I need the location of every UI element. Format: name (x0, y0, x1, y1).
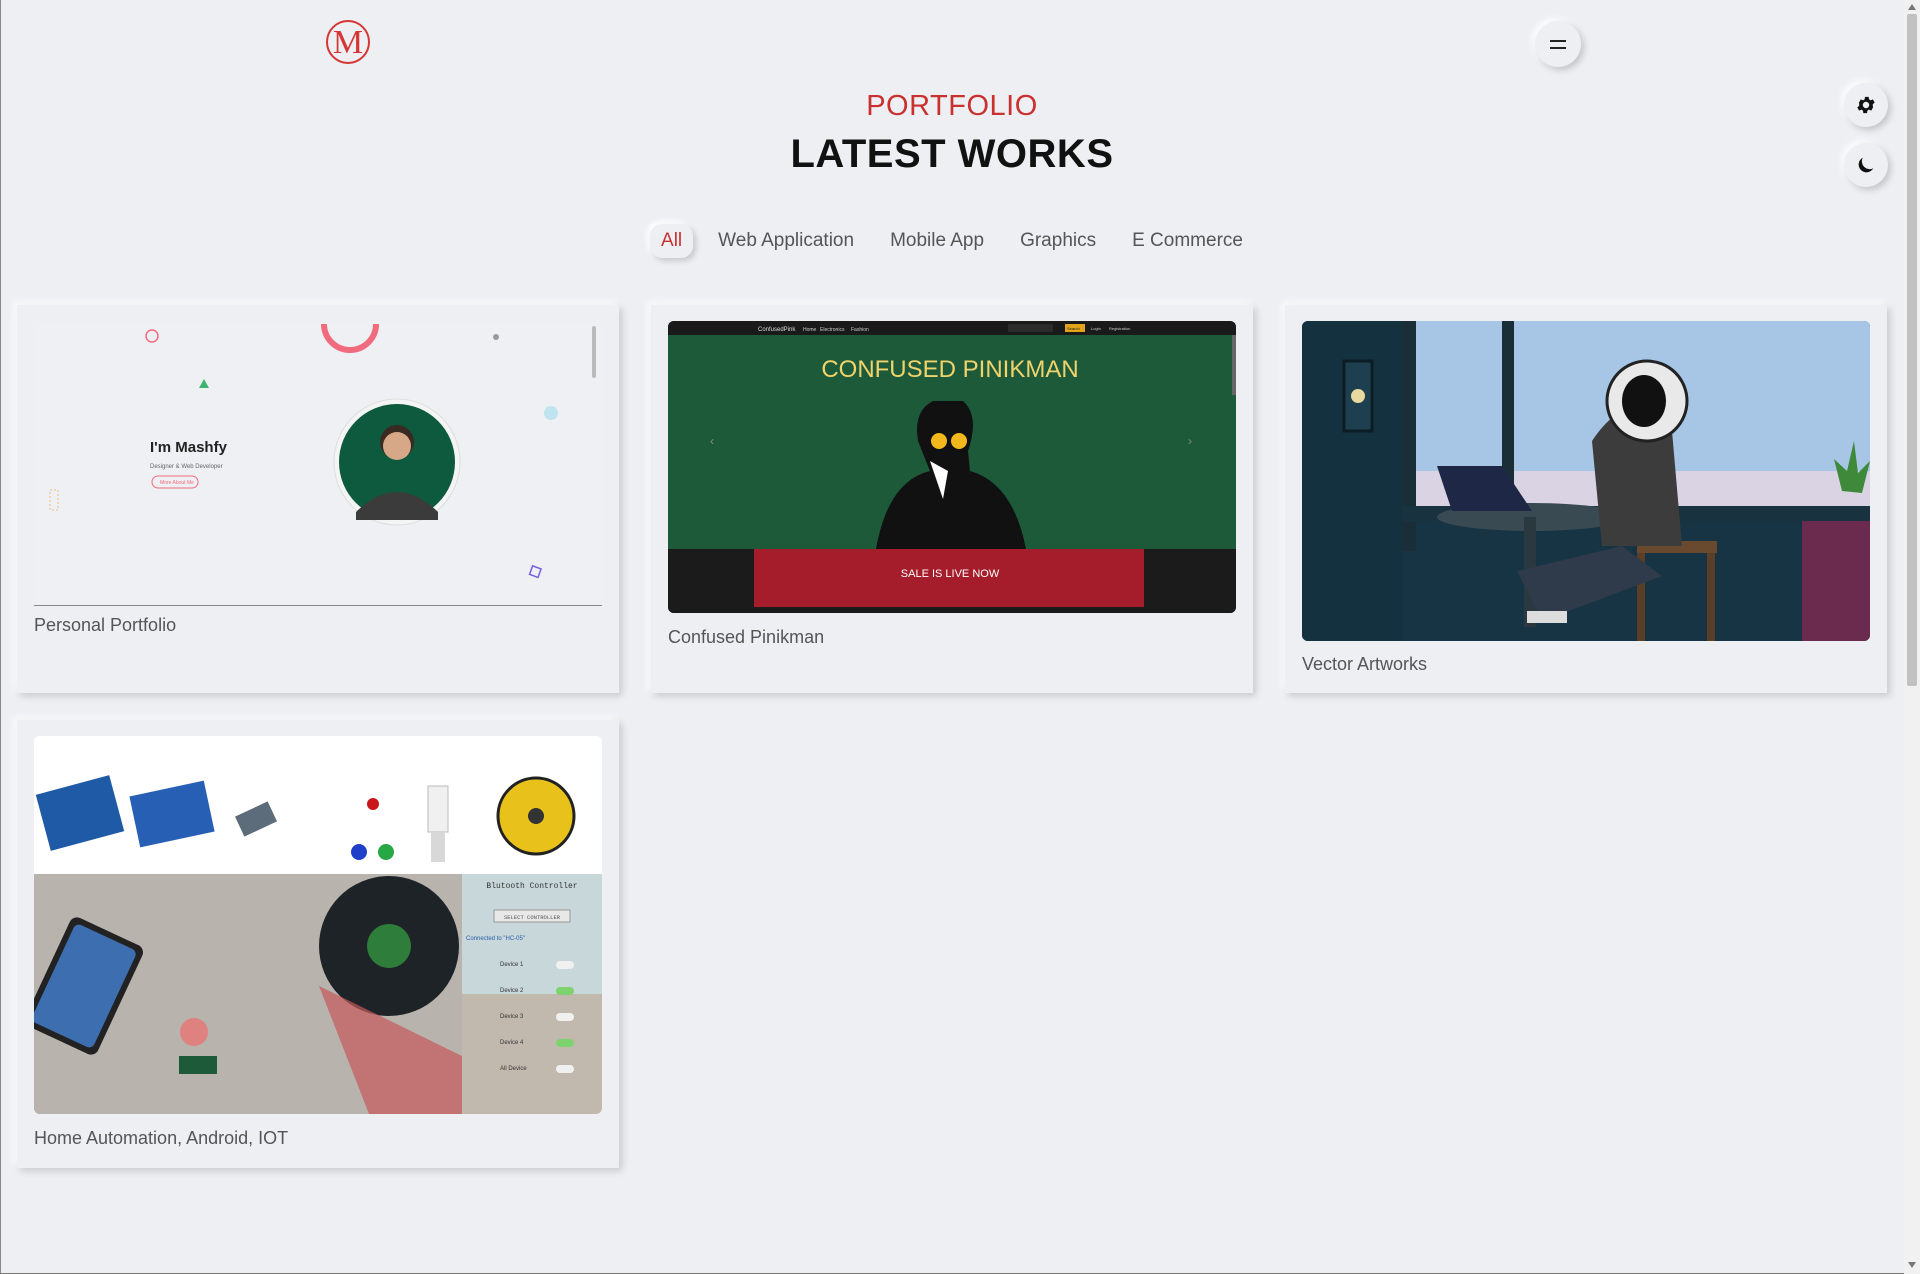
scrollbar-thumb[interactable] (1907, 14, 1917, 686)
preview-brand: ConfusedPink (758, 327, 796, 333)
project-title[interactable]: Personal Portfolio (34, 615, 176, 636)
project-card-home-automation[interactable]: Blutooth Controller SELECT CONTROLLER Co… (17, 720, 619, 1168)
window-edge (0, 0, 1, 1274)
preview-device-1: Device 1 (500, 962, 524, 968)
project-title[interactable]: Vector Artworks (1302, 654, 1427, 675)
preview-banner: SALE IS LIVE NOW (901, 568, 1000, 580)
preview-connection: Connected to "HC-05" (466, 936, 525, 942)
project-title[interactable]: Confused Pinikman (668, 627, 824, 648)
preview-all-device: All Device (500, 1066, 527, 1072)
preview-login: Login (1091, 326, 1101, 331)
preview-device-3: Device 3 (500, 1014, 524, 1020)
scroll-down-arrow-icon[interactable] (1908, 1262, 1916, 1268)
svg-text:‹: ‹ (710, 434, 714, 448)
page-scrollbar[interactable] (1904, 0, 1920, 1274)
filter-web-application[interactable]: Web Application (707, 224, 865, 258)
preview-nav-electronics: Electronics (820, 327, 845, 333)
logo-letter: M (332, 24, 364, 61)
preview-search-button: Search (1067, 326, 1080, 331)
preview-nav-fashion: Fashion (851, 327, 869, 333)
filter-mobile-app[interactable]: Mobile App (879, 224, 995, 258)
preview-name: I'm Mashfy (150, 439, 228, 456)
project-card-vector-artworks[interactable]: Vector Artworks (1285, 305, 1887, 693)
project-thumbnail[interactable]: ConfusedPink Home Electronics Fashion Se… (668, 321, 1236, 613)
filter-e-commerce[interactable]: E Commerce (1121, 224, 1254, 258)
project-thumbnail[interactable] (1302, 321, 1870, 641)
preview-app-title: Blutooth Controller (486, 882, 577, 891)
scroll-up-arrow-icon[interactable] (1908, 4, 1916, 10)
hamburger-icon (1550, 39, 1566, 42)
filter-graphics[interactable]: Graphics (1009, 224, 1107, 258)
preview-device-4: Device 4 (500, 1040, 524, 1046)
preview-role: Designer & Web Developer (150, 464, 223, 470)
site-logo[interactable]: M (326, 20, 370, 64)
menu-button[interactable] (1535, 21, 1581, 67)
preview-hero: CONFUSED PINIKMAN (821, 356, 1078, 383)
preview-registration: Registration (1109, 326, 1130, 331)
section-subtitle: PORTFOLIO (866, 90, 1038, 122)
portfolio-filter-bar: All Web Application Mobile App Graphics … (0, 224, 1904, 258)
preview-device-2: Device 2 (500, 988, 524, 994)
preview-cta: More About Me (160, 480, 194, 486)
project-thumbnail[interactable]: Blutooth Controller SELECT CONTROLLER Co… (34, 736, 602, 1114)
preview-select-controller: SELECT CONTROLLER (504, 914, 561, 921)
preview-nav-home: Home (803, 327, 817, 333)
filter-all[interactable]: All (650, 224, 693, 258)
project-card-personal-portfolio[interactable]: I'm Mashfy Designer & Web Developer More… (17, 305, 619, 693)
section-title: LATEST WORKS (790, 132, 1114, 176)
project-card-confused-pinikman[interactable]: ConfusedPink Home Electronics Fashion Se… (651, 305, 1253, 693)
project-thumbnail[interactable]: I'm Mashfy Designer & Web Developer More… (34, 322, 602, 606)
project-title[interactable]: Home Automation, Android, IOT (34, 1128, 288, 1149)
svg-text:›: › (1188, 434, 1192, 448)
